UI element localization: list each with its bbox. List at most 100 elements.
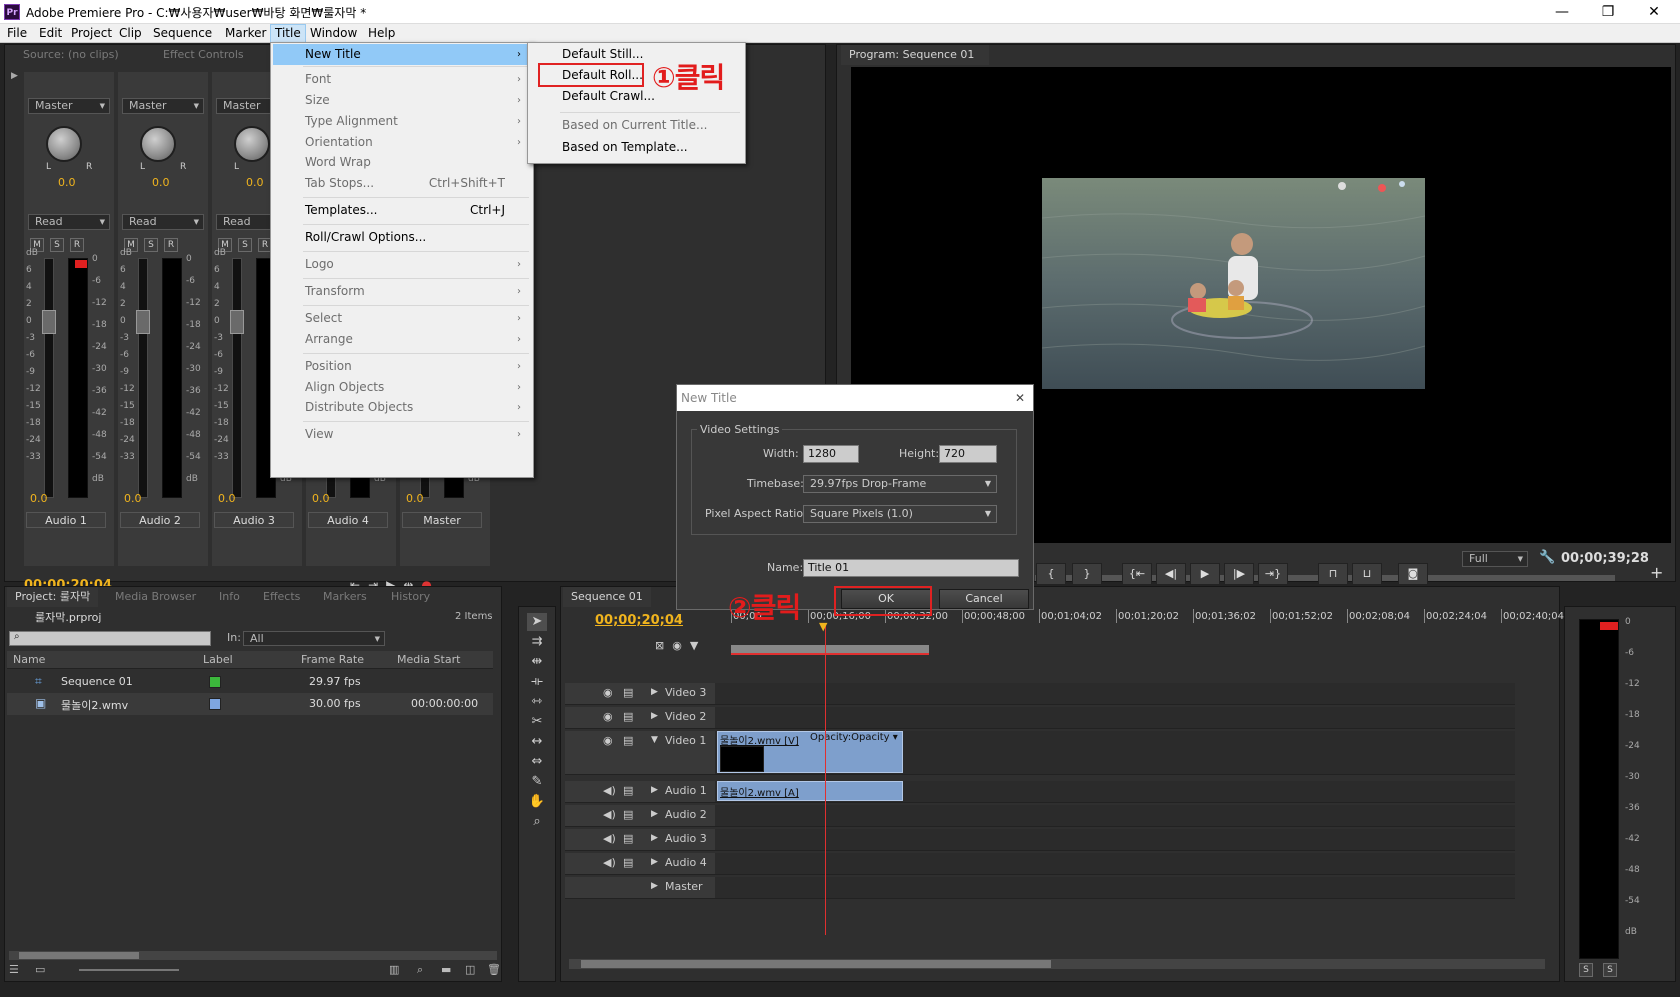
menu-based-on-template[interactable]: Based on Template... xyxy=(530,137,745,158)
tab-project[interactable]: Project: 룰자막 xyxy=(7,587,99,607)
menu-word-wrap[interactable]: Word Wrap xyxy=(273,152,531,173)
project-scrollbar[interactable] xyxy=(9,951,497,960)
msr-s-button[interactable]: S xyxy=(238,238,252,252)
name-input[interactable]: Title 01 xyxy=(803,559,1019,577)
menu-project[interactable]: Project xyxy=(67,26,116,40)
hand-tool-icon[interactable]: ✋ xyxy=(527,793,547,811)
col-name[interactable]: Name xyxy=(13,653,45,666)
menu-sequence[interactable]: Sequence xyxy=(149,26,216,40)
tab-markers[interactable]: Markers xyxy=(315,587,375,607)
label-swatch[interactable] xyxy=(209,676,221,688)
automate-icon[interactable]: ▥ xyxy=(389,963,399,976)
menu-font[interactable]: Font › xyxy=(273,69,531,90)
sync-lock-icon[interactable]: ▤ xyxy=(623,710,633,723)
width-input[interactable]: 1280 xyxy=(803,445,859,463)
menu-select[interactable]: Select › xyxy=(273,308,531,329)
export-frame-icon[interactable]: ◙ xyxy=(1398,563,1428,585)
speaker-icon[interactable]: ◀) xyxy=(603,832,616,845)
audio-clip[interactable]: 물놀이2.wmv [A] xyxy=(717,781,903,801)
msr-s-button[interactable]: S xyxy=(144,238,158,252)
find-icon[interactable]: ⌕ xyxy=(417,963,423,977)
menu-roll-crawl-options[interactable]: Roll/Crawl Options... xyxy=(273,227,531,248)
timebase-select[interactable]: 29.97fps Drop-Frame xyxy=(803,475,997,493)
table-row[interactable]: ▣ 물놀이2.wmv 30.00 fps 00:00:00:00 xyxy=(7,693,493,715)
tab-source[interactable]: Source: (no clips) xyxy=(15,45,127,65)
menu-tab-stops[interactable]: Tab Stops... Ctrl+Shift+T xyxy=(273,173,531,194)
sync-lock-icon[interactable]: ▤ xyxy=(623,832,633,845)
opacity-dropdown[interactable]: Opacity:Opacity ▾ xyxy=(810,732,898,743)
close-button[interactable]: ✕ xyxy=(1634,2,1674,22)
eye-icon[interactable]: ◉ xyxy=(603,734,613,747)
col-label[interactable]: Label xyxy=(203,653,233,666)
speaker-icon[interactable]: ◀) xyxy=(603,808,616,821)
expand-arrow-icon[interactable]: ▶ xyxy=(651,711,658,721)
timeline-h-scrollbar[interactable] xyxy=(569,959,1545,969)
expand-arrow-icon[interactable]: ▶ xyxy=(651,857,658,867)
expand-arrow-icon[interactable]: ▶ xyxy=(651,809,658,819)
msr-s-button[interactable]: S xyxy=(50,238,64,252)
list-view-icon[interactable]: ☰ xyxy=(9,963,19,976)
speaker-icon[interactable]: ◀) xyxy=(603,784,616,797)
menu-orientation[interactable]: Orientation › xyxy=(273,132,531,153)
col-media-start[interactable]: Media Start xyxy=(397,653,460,666)
mark-in-icon[interactable]: { xyxy=(1036,563,1066,585)
maximize-button[interactable]: ❐ xyxy=(1588,2,1628,22)
new-item-icon[interactable]: ◫ xyxy=(465,963,475,976)
menu-position[interactable]: Position › xyxy=(273,356,531,377)
add-button-icon[interactable]: + xyxy=(1650,563,1663,582)
expand-arrow-icon[interactable]: ▶ xyxy=(651,881,658,891)
trash-icon[interactable]: 🗑 xyxy=(487,963,501,976)
menu-window[interactable]: Window xyxy=(306,26,361,40)
slide-tool-icon[interactable]: ⇔ xyxy=(527,753,547,771)
menu-view[interactable]: View › xyxy=(273,424,531,445)
pen-tool-icon[interactable]: ✎ xyxy=(527,773,547,791)
pan-knob[interactable] xyxy=(46,126,82,162)
menu-align-objects[interactable]: Align Objects › xyxy=(273,377,531,398)
zoom-slider[interactable] xyxy=(79,969,179,971)
sync-lock-icon[interactable]: ▤ xyxy=(623,734,633,747)
menu-type-alignment[interactable]: Type Alignment › xyxy=(273,111,531,132)
track-select-tool-icon[interactable]: ⇉ xyxy=(527,633,547,651)
lift-icon[interactable]: ⊓ xyxy=(1318,563,1348,585)
menu-size[interactable]: Size › xyxy=(273,90,531,111)
menu-title[interactable]: Title xyxy=(270,24,306,43)
icon-view-icon[interactable]: ▭ xyxy=(35,963,45,976)
play-stop-icon[interactable]: ▶ xyxy=(1190,563,1220,585)
new-bin-icon[interactable]: ▬ xyxy=(441,963,451,976)
tab-media-browser[interactable]: Media Browser xyxy=(107,587,204,607)
volume-fader-handle[interactable] xyxy=(42,310,56,334)
mode-dropdown[interactable]: Master xyxy=(28,98,110,114)
tab-effect-controls[interactable]: Effect Controls xyxy=(155,45,252,65)
timeline-timecode[interactable]: 00;00;20;04 xyxy=(595,613,683,628)
expand-arrow-icon[interactable]: ▶ xyxy=(11,71,21,81)
volume-fader-handle[interactable] xyxy=(136,310,150,334)
menu-new-title[interactable]: New Title › xyxy=(273,44,531,65)
search-input[interactable]: ⌕ xyxy=(9,631,211,646)
label-swatch[interactable] xyxy=(209,698,221,710)
rolling-edit-tool-icon[interactable]: ⟛ xyxy=(527,673,547,691)
extract-icon[interactable]: ⊔ xyxy=(1352,563,1382,585)
menu-based-on-current-title[interactable]: Based on Current Title... xyxy=(530,115,745,136)
mark-out-icon[interactable]: } xyxy=(1072,563,1102,585)
speaker-icon[interactable]: ◀) xyxy=(603,856,616,869)
pan-knob[interactable] xyxy=(234,126,270,162)
mode-dropdown[interactable]: Master xyxy=(122,98,204,114)
expand-arrow-icon[interactable]: ▶ xyxy=(651,687,658,697)
tab-info[interactable]: Info xyxy=(211,587,248,607)
menu-arrange[interactable]: Arrange › xyxy=(273,329,531,350)
sequence-marker-icon[interactable]: ▼ xyxy=(690,639,706,652)
sync-lock-icon[interactable]: ▤ xyxy=(623,808,633,821)
expand-arrow-icon[interactable]: ▼ xyxy=(651,735,658,745)
razor-tool-icon[interactable]: ✂ xyxy=(527,713,547,731)
zoom-tool-icon[interactable]: ⌕ xyxy=(527,813,547,831)
menu-clip[interactable]: Clip xyxy=(115,26,146,40)
dialog-close-icon[interactable]: ✕ xyxy=(1015,385,1025,411)
playhead-line[interactable] xyxy=(825,625,826,935)
tab-program[interactable]: Program: Sequence 01 xyxy=(841,45,989,65)
slip-tool-icon[interactable]: ↔ xyxy=(527,733,547,751)
menu-templates[interactable]: Templates... Ctrl+J xyxy=(273,200,531,221)
step-back-icon[interactable]: ◀| xyxy=(1156,563,1186,585)
eye-icon[interactable]: ◉ xyxy=(603,686,613,699)
tab-history[interactable]: History xyxy=(383,587,438,607)
pan-knob[interactable] xyxy=(140,126,176,162)
